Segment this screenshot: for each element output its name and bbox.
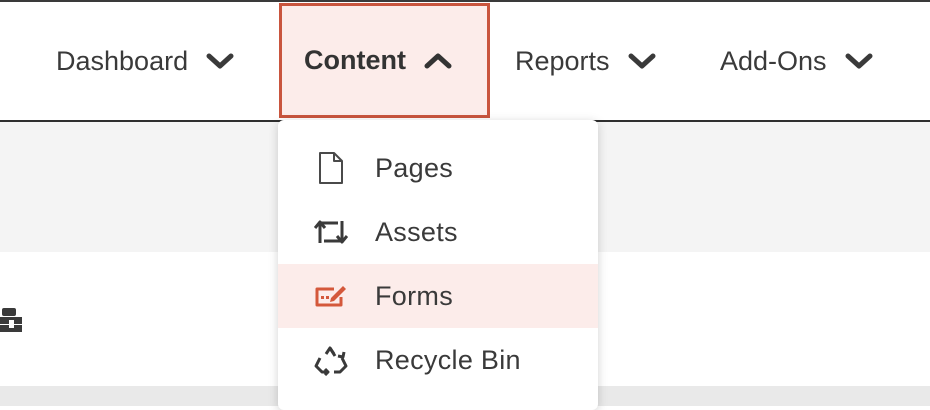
menu-item-assets[interactable]: Assets (278, 200, 598, 264)
top-navigation-bar: Dashboard Content Reports Add-Ons (0, 2, 930, 122)
nav-dashboard[interactable]: Dashboard (56, 2, 234, 120)
file-icon (314, 151, 348, 185)
menu-item-pages[interactable]: Pages (278, 136, 598, 200)
partial-toolbox-icon[interactable] (0, 306, 24, 334)
nav-reports[interactable]: Reports (515, 2, 656, 120)
nav-addons-label: Add-Ons (720, 45, 827, 76)
menu-item-label: Pages (375, 152, 454, 183)
content-dropdown-menu: Pages Assets Forms Recycle Bin (278, 120, 598, 410)
chevron-down-icon (845, 52, 873, 70)
menu-item-forms[interactable]: Forms (278, 264, 598, 328)
nav-content-label: Content (304, 45, 406, 75)
menu-item-recycle-bin[interactable]: Recycle Bin (278, 328, 598, 392)
menu-item-label: Recycle Bin (375, 344, 521, 375)
menu-item-label: Forms (375, 280, 453, 311)
nav-content[interactable]: Content (279, 3, 490, 118)
nav-addons[interactable]: Add-Ons (720, 2, 873, 120)
menu-item-label: Assets (375, 216, 458, 247)
form-edit-icon (314, 279, 348, 313)
recycle-icon (314, 343, 348, 377)
nav-dashboard-label: Dashboard (56, 45, 189, 76)
chevron-down-icon (206, 52, 234, 70)
chevron-down-icon (628, 52, 656, 70)
crop-arrows-icon (314, 215, 348, 249)
chevron-up-icon (424, 52, 452, 70)
nav-reports-label: Reports (515, 45, 610, 76)
